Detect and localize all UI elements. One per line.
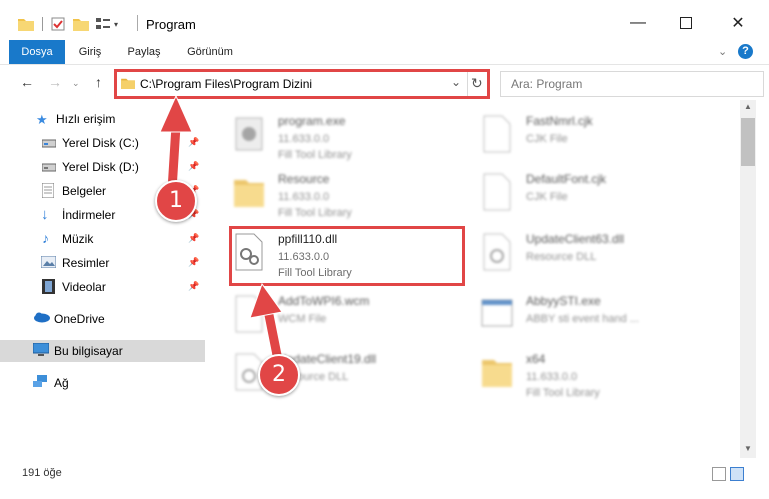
callout-badge-2: 2 [258, 354, 300, 396]
annotation-overlay [159, 94, 283, 365]
callout-badge-1: 1 [155, 180, 197, 222]
